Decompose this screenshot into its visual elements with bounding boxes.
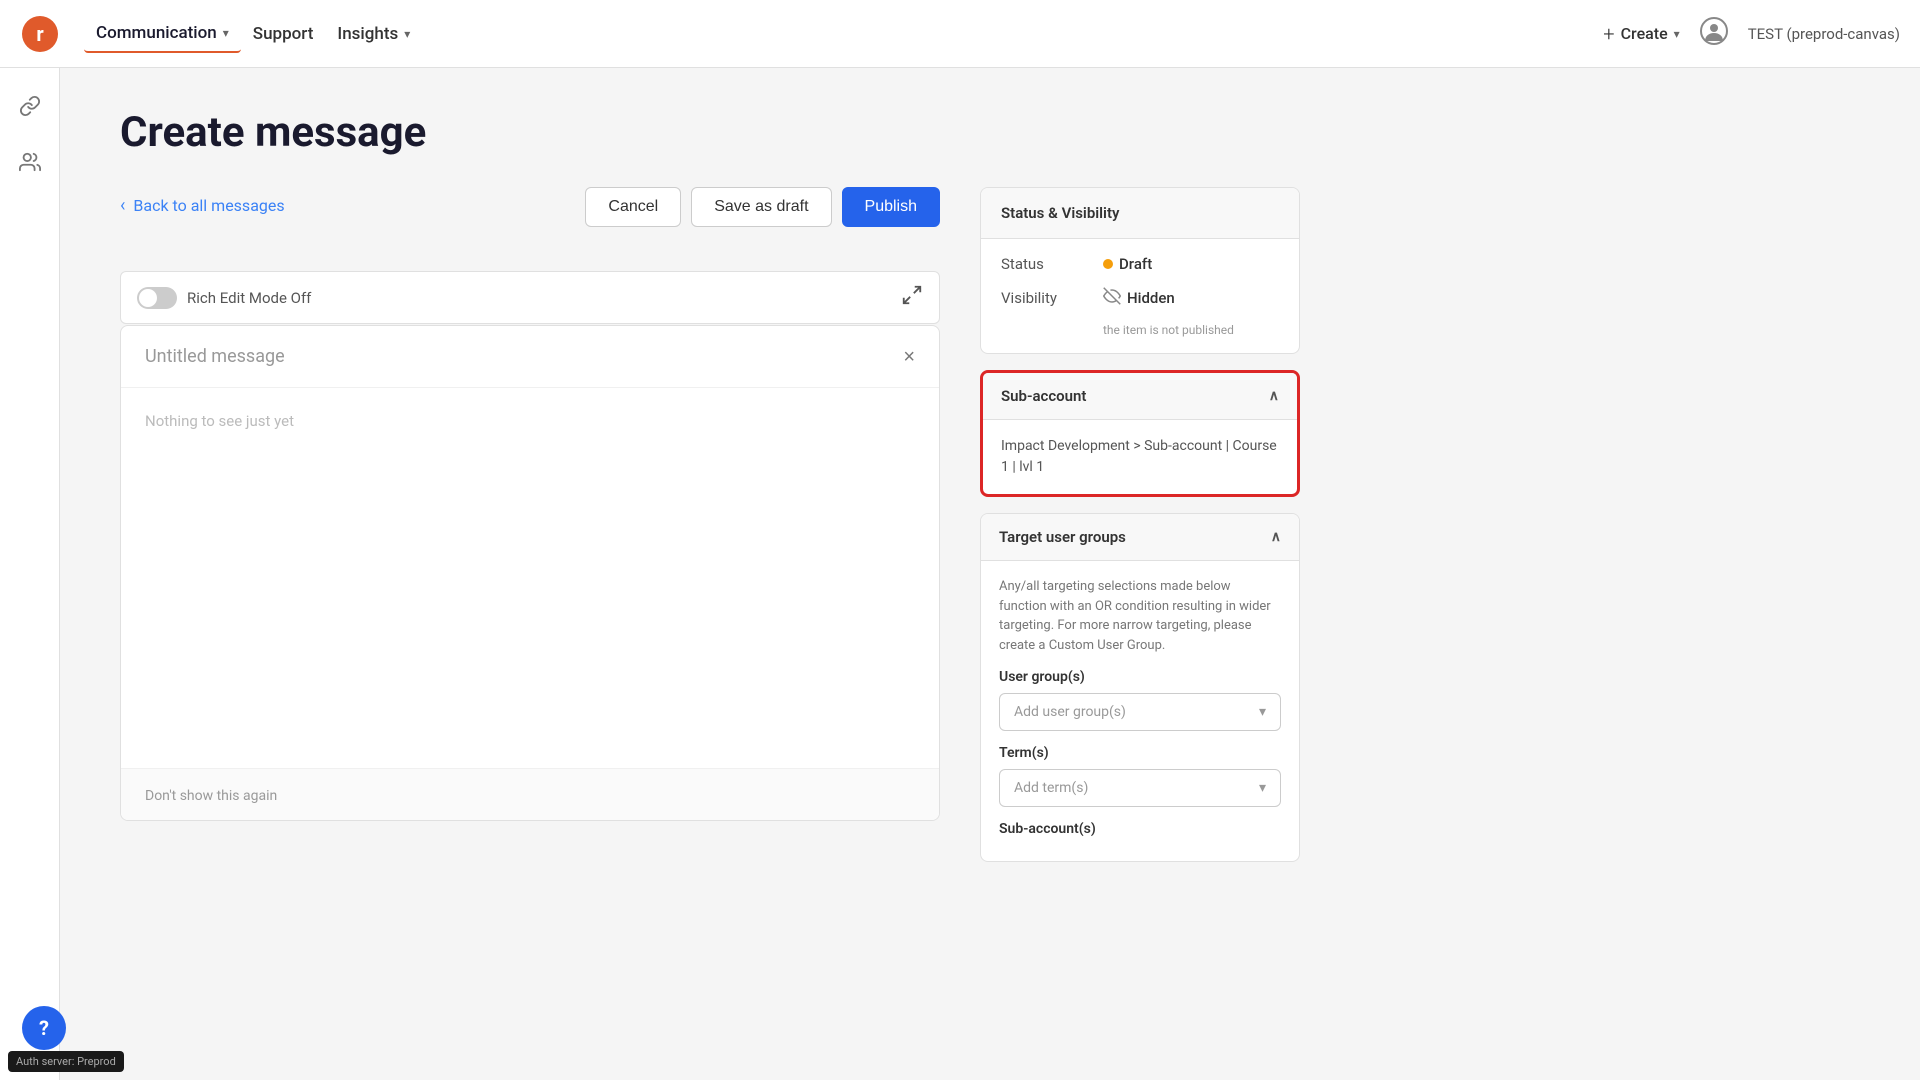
- message-card-footer: Don't show this again: [121, 768, 939, 820]
- message-card-close-button[interactable]: ×: [903, 347, 915, 367]
- visibility-sub: the item is not published: [1001, 323, 1279, 337]
- target-description: Any/all targeting selections made below …: [999, 577, 1281, 655]
- editor-area: ‹ Back to all messages Cancel Save as dr…: [120, 187, 940, 821]
- status-value: Draft: [1103, 255, 1152, 273]
- insights-dropdown-icon: ▾: [404, 27, 410, 41]
- sidebar-left: [0, 68, 60, 1080]
- message-card-title: Untitled message: [145, 346, 285, 367]
- rich-edit-switch[interactable]: [137, 287, 177, 309]
- nav-item-insights[interactable]: Insights ▾: [325, 16, 422, 52]
- message-card-body: Nothing to see just yet: [121, 388, 939, 768]
- target-header: Target user groups ∧: [981, 514, 1299, 561]
- users-icon[interactable]: [12, 144, 48, 180]
- cancel-button[interactable]: Cancel: [585, 187, 681, 227]
- subaccounts-label: Sub-account(s): [999, 821, 1281, 837]
- nav-item-communication[interactable]: Communication ▾: [84, 15, 241, 53]
- svg-text:r: r: [36, 22, 44, 46]
- message-card: Untitled message × Nothing to see just y…: [120, 325, 940, 821]
- link-icon[interactable]: [12, 88, 48, 124]
- terms-label: Term(s): [999, 745, 1281, 761]
- back-arrow-icon: ‹: [120, 195, 125, 216]
- communication-dropdown-icon: ▾: [223, 26, 229, 40]
- main-content: Create message ‹ Back to all messages Ca…: [60, 68, 1920, 1080]
- rich-edit-bar: Rich Edit Mode Off: [120, 271, 940, 324]
- subaccount-header: Sub-account ∧: [983, 373, 1297, 420]
- status-dot: [1103, 259, 1113, 269]
- user-groups-chevron-icon: ▾: [1259, 704, 1266, 720]
- back-to-messages-link[interactable]: ‹ Back to all messages: [120, 195, 285, 216]
- target-user-groups-card: Target user groups ∧ Any/all targeting s…: [980, 513, 1300, 862]
- message-card-header: Untitled message ×: [121, 326, 939, 388]
- user-groups-dropdown[interactable]: Add user group(s) ▾: [999, 693, 1281, 731]
- logo[interactable]: r: [20, 14, 60, 54]
- status-visibility-header: Status & Visibility: [981, 188, 1299, 239]
- navbar-right: + Create ▾ TEST (preprod-canvas): [1603, 17, 1900, 51]
- status-visibility-card: Status & Visibility Status Draft Visibil…: [980, 187, 1300, 354]
- target-collapse-icon[interactable]: ∧: [1271, 529, 1281, 545]
- action-buttons: Cancel Save as draft Publish: [585, 187, 940, 227]
- navbar: r Communication ▾ Support Insights ▾ + C…: [0, 0, 1920, 68]
- terms-chevron-icon: ▾: [1259, 780, 1266, 796]
- subaccount-card: Sub-account ∧ Impact Development > Sub-a…: [980, 370, 1300, 497]
- subaccount-body: Impact Development > Sub-account | Cours…: [983, 420, 1297, 494]
- rich-edit-toggle[interactable]: Rich Edit Mode Off: [137, 287, 311, 309]
- publish-button[interactable]: Publish: [842, 187, 940, 227]
- visibility-row: Visibility Hidden the item: [1001, 287, 1279, 337]
- expand-icon[interactable]: [901, 284, 923, 311]
- target-body: Any/all targeting selections made below …: [981, 561, 1299, 861]
- page-title: Create message: [120, 108, 1860, 157]
- nav-item-support[interactable]: Support: [241, 16, 326, 52]
- auth-server-badge: Auth server: Preprod: [8, 1051, 124, 1072]
- user-profile-icon[interactable]: [1700, 17, 1728, 51]
- env-label: TEST (preprod-canvas): [1748, 25, 1900, 43]
- create-dropdown-icon: ▾: [1674, 27, 1680, 41]
- save-draft-button[interactable]: Save as draft: [691, 187, 831, 227]
- status-row: Status Draft: [1001, 255, 1279, 273]
- user-groups-label: User group(s): [999, 669, 1281, 685]
- status-visibility-body: Status Draft Visibility: [981, 239, 1299, 353]
- terms-dropdown[interactable]: Add term(s) ▾: [999, 769, 1281, 807]
- visibility-value: Hidden: [1103, 287, 1175, 309]
- create-button[interactable]: + Create ▾: [1603, 22, 1679, 46]
- hidden-icon: [1103, 287, 1121, 309]
- right-panel: Status & Visibility Status Draft Visibil…: [980, 187, 1300, 878]
- subaccount-collapse-icon[interactable]: ∧: [1269, 388, 1279, 404]
- help-button[interactable]: ?: [22, 1006, 66, 1050]
